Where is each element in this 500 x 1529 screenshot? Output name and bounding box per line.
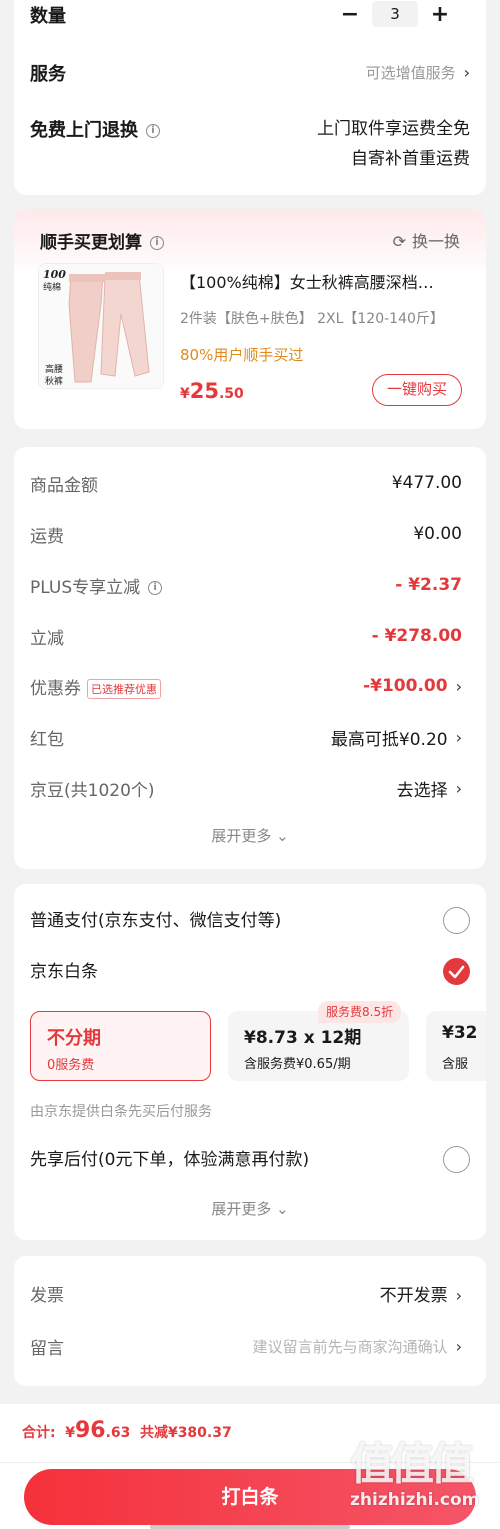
addon-title: 顺手买更划算 [40,233,142,253]
pay-later-label: 先享后付(0元下单，体验满意再付款) [30,1150,310,1170]
service-value: 可选增值服务 [365,64,456,82]
svg-text:秋裤: 秋裤 [45,375,63,387]
info-icon[interactable]: i [148,580,163,595]
info-icon[interactable]: i [150,236,164,250]
plus-icon[interactable]: + [426,2,454,27]
promo-text: 80%用户顺手买过 [180,346,304,364]
home-indicator [150,1525,350,1529]
minus-icon[interactable]: − [336,2,364,27]
checkout-bar: 合计: ¥96.63 共减¥380.37 打白条 值值值 zhizhizhi.c… [0,1404,500,1529]
image-badge-text: 100 [43,268,66,281]
payment-normal-row[interactable]: 普通支付(京东支付、微信支付等) [30,906,470,936]
invoice-row[interactable]: 发票 不开发票 › [30,1278,462,1308]
service-label: 服务 [30,64,66,85]
total-summary: 合计: ¥96.63 共减¥380.37 [22,1418,232,1443]
payment-normal-label: 普通支付(京东支付、微信支付等) [30,911,282,931]
return-detail-line1: 上门取件享运费全免 [317,119,470,139]
order-options-card: 数量 − 3 + 服务 可选增值服务 › 免费上门退换 i 上门取件享运费全免 自寄… [14,0,486,195]
quantity-stepper[interactable]: − 3 + [336,0,454,28]
one-click-buy-button[interactable]: 一键购买 [372,374,462,406]
chevron-down-icon: ⌄ [271,827,289,845]
pricing-row-coupon[interactable]: 优惠券 已选推荐优惠 -¥100.00 › [30,671,462,701]
pay-later-row[interactable]: 先享后付(0元下单，体验满意再付款) [30,1145,470,1175]
pricing-row-instant-discount: 立减 - ¥278.00 [30,626,462,649]
chevron-right-icon: › [463,63,470,82]
chevron-right-icon: › [455,1285,462,1305]
free-return-label: 免费上门退换 [30,120,138,141]
return-detail-line2: 自寄补首重运费 [351,149,470,169]
payment-baitiao-radio[interactable] [443,958,470,985]
service-row[interactable]: 服务 可选增值服务 › [30,58,470,86]
pricing-row-jd-beans[interactable]: 京豆(共1020个) 去选择 › [30,773,462,803]
payment-baitiao-label: 京东白条 [30,962,98,982]
pricing-row-shipping: 运费 ¥0.00 [30,524,462,547]
payment-normal-radio[interactable] [443,907,470,934]
pricing-row-plus-discount: PLUS专享立减 i - ¥2.37 [30,575,462,598]
message-row[interactable]: 留言 建议留言前先与商家沟通确认 › [30,1331,462,1361]
watermark-logo: 值值值 zhizhizhi.com [350,1428,496,1526]
pricing-row-goods: 商品金额 ¥477.00 [30,473,462,496]
installment-option-none[interactable]: 不分期 0服务费 [30,1011,211,1081]
service-fee-badge: 服务费8.5折 [318,1001,402,1023]
addon-card: 顺手买更划算 i ⟳ 换一换 100 纯棉 高腰 秋裤 【100%纯棉】女士秋裤高腰… [14,209,486,429]
total-label: 合计: [22,1425,56,1441]
product-spec: 2件装【肤色+肤色】 2XL【120-140斤】 [180,311,444,327]
refresh-button[interactable]: ⟳ 换一换 [393,228,460,252]
quantity-value[interactable]: 3 [372,1,418,27]
coupon-recommend-tag: 已选推荐优惠 [87,678,161,699]
product-image[interactable]: 100 纯棉 高腰 秋裤 [38,263,164,389]
message-input[interactable]: 建议留言前先与商家沟通确认 [253,1338,448,1356]
total-saved: 共减¥380.37 [139,1425,232,1441]
pricing-card: 商品金额 ¥477.00 运费 ¥0.00 PLUS专享立减 i - ¥2.37 … [14,447,486,869]
pay-later-radio[interactable] [443,1146,470,1173]
chevron-right-icon: › [455,727,462,747]
invoice-label: 发票 [30,1285,64,1306]
chevron-down-icon: ⌄ [271,1200,289,1218]
chevron-right-icon: › [455,1336,462,1356]
provider-note: 由京东提供白条先买后付服务 [30,1104,212,1120]
watermark-domain: zhizhizhi.com [350,1490,480,1510]
chevron-right-icon: › [455,676,462,696]
svg-text:纯棉: 纯棉 [43,281,61,293]
payment-card: 普通支付(京东支付、微信支付等) 京东白条 不分期 0服务费 ¥8.73 x 1… [14,884,486,1240]
svg-text:高腰: 高腰 [45,363,63,375]
pants-image: 100 纯棉 高腰 秋裤 [39,264,163,388]
installment-option-more[interactable]: ¥32 含服 [426,1011,486,1081]
payment-expand-more[interactable]: 展开更多 ⌄ [14,1198,486,1219]
chevron-right-icon: › [455,778,462,798]
pricing-expand-more[interactable]: 展开更多 ⌄ [14,825,486,846]
quantity-label: 数量 [30,6,66,27]
total-amount: 96 [74,1418,106,1443]
message-label: 留言 [30,1338,64,1359]
invoice-value: 不开发票 [379,1285,448,1306]
pricing-row-red-packet[interactable]: 红包 最高可抵¥0.20 › [30,722,462,752]
info-icon[interactable]: i [146,124,160,138]
payment-baitiao-row[interactable]: 京东白条 [30,957,470,987]
invoice-card: 发票 不开发票 › 留言 建议留言前先与商家沟通确认 › [14,1256,486,1386]
product-title[interactable]: 【100%纯棉】女士秋裤高腰深档… [180,269,470,293]
addon-price: ¥25.50 [180,379,244,403]
refresh-icon: ⟳ [392,232,406,251]
check-icon [448,965,465,979]
